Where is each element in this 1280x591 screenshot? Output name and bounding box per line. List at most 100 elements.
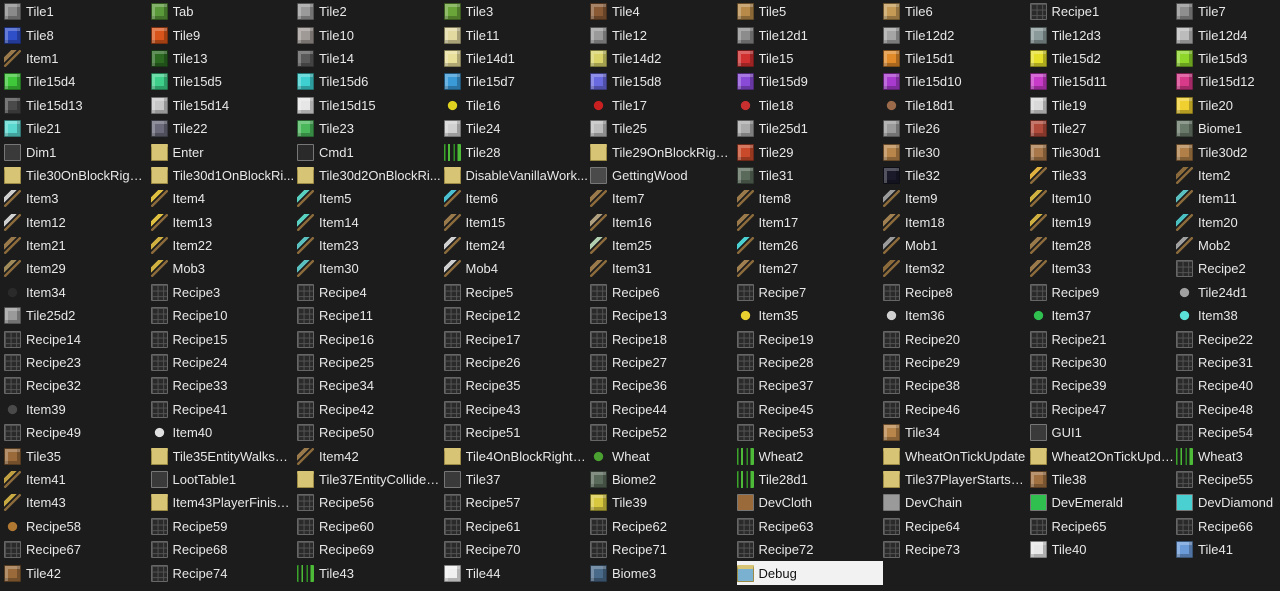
workspace-element[interactable]: Item34 [4,281,151,304]
workspace-element[interactable]: Tile1 [4,0,151,23]
workspace-element[interactable]: Item3 [4,187,151,210]
workspace-element[interactable]: Item37 [1030,304,1177,327]
workspace-element[interactable]: Recipe7 [736,281,884,304]
workspace-element[interactable]: Recipe5 [443,281,591,304]
workspace-element[interactable]: Recipe24 [150,351,298,374]
workspace-element[interactable]: Tile41 [1176,538,1280,561]
workspace-element[interactable]: Recipe53 [736,421,884,444]
workspace-element[interactable]: Recipe27 [590,351,737,374]
workspace-element[interactable]: Biome1 [1176,117,1280,140]
workspace-element[interactable]: Item11 [1176,187,1280,210]
workspace-element[interactable]: Tile27 [1029,117,1177,140]
workspace-element[interactable]: GUI1 [1029,421,1177,444]
workspace-element[interactable]: Wheat2OnTickUpda... [1029,444,1176,467]
workspace-element[interactable]: Tile12d2 [883,23,1030,46]
workspace-element[interactable]: Tile2 [297,0,444,23]
workspace-element[interactable]: Item6 [443,187,591,210]
workspace-element[interactable]: Item18 [883,211,1030,234]
workspace-element[interactable]: Tile21 [4,117,151,140]
workspace-element[interactable]: Item40 [151,421,298,444]
workspace-element[interactable]: Tile28d1 [736,468,884,491]
workspace-element[interactable]: Recipe37 [736,374,884,397]
workspace-element[interactable]: Recipe22 [1176,327,1280,350]
workspace-element[interactable]: Tile15d14 [150,94,298,117]
workspace-element[interactable]: Tile15d11 [1029,70,1177,93]
workspace-element[interactable]: Item43 [4,491,151,514]
workspace-element[interactable]: Recipe47 [1029,398,1177,421]
workspace-element[interactable]: Recipe1 [1029,0,1177,23]
workspace-element[interactable]: Recipe46 [883,398,1030,421]
workspace-element[interactable]: Recipe69 [297,538,444,561]
workspace-element[interactable]: Recipe18 [590,327,737,350]
workspace-element[interactable]: Biome2 [590,468,737,491]
workspace-element[interactable]: Tile15 [736,47,884,70]
workspace-element[interactable]: Tile43 [297,561,444,584]
workspace-element[interactable]: DisableVanillaWork... [443,164,591,187]
workspace-element[interactable]: Tile8 [4,23,151,46]
workspace-element[interactable]: Tile35 [4,444,151,467]
workspace-element[interactable]: Tile30d1OnBlockRi... [150,164,298,187]
workspace-element[interactable]: Recipe29 [883,351,1030,374]
workspace-element[interactable]: Tile32 [883,164,1030,187]
workspace-element[interactable]: Recipe14 [4,327,151,350]
workspace-element[interactable]: Item20 [1176,211,1280,234]
workspace-element[interactable]: Item39 [4,398,151,421]
workspace-element[interactable]: Recipe8 [883,281,1030,304]
workspace-element[interactable]: Recipe16 [297,327,444,350]
workspace-element[interactable]: Recipe32 [4,374,151,397]
workspace-element[interactable]: Tile18 [737,94,884,117]
workspace-element[interactable]: Recipe60 [297,515,444,538]
workspace-element[interactable]: Tile37PlayerStartsTo... [883,468,1030,491]
workspace-element[interactable]: Tile33 [1029,164,1177,187]
workspace-element[interactable]: Recipe56 [297,491,444,514]
workspace-element[interactable]: Item41 [4,468,151,491]
workspace-element[interactable]: Item42 [297,444,444,467]
workspace-element[interactable]: Tile6 [883,0,1030,23]
workspace-element[interactable]: Recipe49 [4,421,151,444]
workspace-element[interactable]: Recipe64 [883,515,1030,538]
workspace-element[interactable]: Recipe40 [1176,374,1280,397]
workspace-element[interactable]: Recipe68 [150,538,298,561]
workspace-element[interactable]: Recipe57 [443,491,591,514]
workspace-element[interactable]: Item29 [4,257,151,280]
workspace-element[interactable]: Tile15d5 [150,70,298,93]
workspace-element[interactable]: Tile7 [1176,0,1280,23]
workspace-element[interactable]: Item23 [297,234,444,257]
workspace-element[interactable]: Tile42 [4,561,151,584]
workspace-element[interactable]: Tile5 [736,0,884,23]
workspace-element[interactable]: Recipe63 [736,515,884,538]
workspace-element[interactable]: Item35 [737,304,884,327]
workspace-element[interactable]: Tile17 [590,94,737,117]
workspace-element[interactable]: Recipe34 [297,374,444,397]
workspace-element[interactable]: Tile25d1 [736,117,884,140]
workspace-element[interactable]: DevCloth [736,491,884,514]
workspace-element[interactable]: Recipe65 [1029,515,1177,538]
workspace-element[interactable]: Tile12d3 [1029,23,1177,46]
workspace-element[interactable]: Tile39 [590,491,737,514]
workspace-element[interactable]: Item33 [1029,257,1177,280]
workspace-element[interactable]: Tile15d7 [443,70,591,93]
workspace-element[interactable]: Dim1 [4,140,151,163]
workspace-element[interactable]: Biome3 [590,561,737,584]
workspace-element[interactable]: Recipe23 [4,351,151,374]
workspace-element[interactable]: Item2 [1176,164,1280,187]
workspace-element[interactable]: Tab [150,0,298,23]
workspace-element[interactable]: WheatOnTickUpdate [883,444,1030,467]
workspace-element[interactable]: Wheat [590,444,737,467]
workspace-element[interactable]: Tile11 [443,23,591,46]
workspace-element[interactable]: Item24 [443,234,591,257]
workspace-element[interactable]: Recipe36 [590,374,737,397]
workspace-element[interactable]: Tile15d6 [297,70,444,93]
workspace-element[interactable]: Recipe71 [590,538,737,561]
workspace-element[interactable]: Item7 [590,187,737,210]
workspace-element[interactable]: Recipe31 [1176,351,1280,374]
workspace-element[interactable]: Recipe28 [736,351,884,374]
workspace-element[interactable]: Item4 [150,187,298,210]
workspace-element[interactable]: Item1 [4,47,151,70]
workspace-element[interactable]: Tile10 [297,23,444,46]
workspace-element[interactable]: DevChain [883,491,1030,514]
workspace-element[interactable]: Tile15d12 [1176,70,1280,93]
workspace-element[interactable]: Tile20 [1176,94,1280,117]
workspace-element[interactable]: Recipe61 [443,515,591,538]
workspace-element[interactable]: Tile13 [150,47,298,70]
